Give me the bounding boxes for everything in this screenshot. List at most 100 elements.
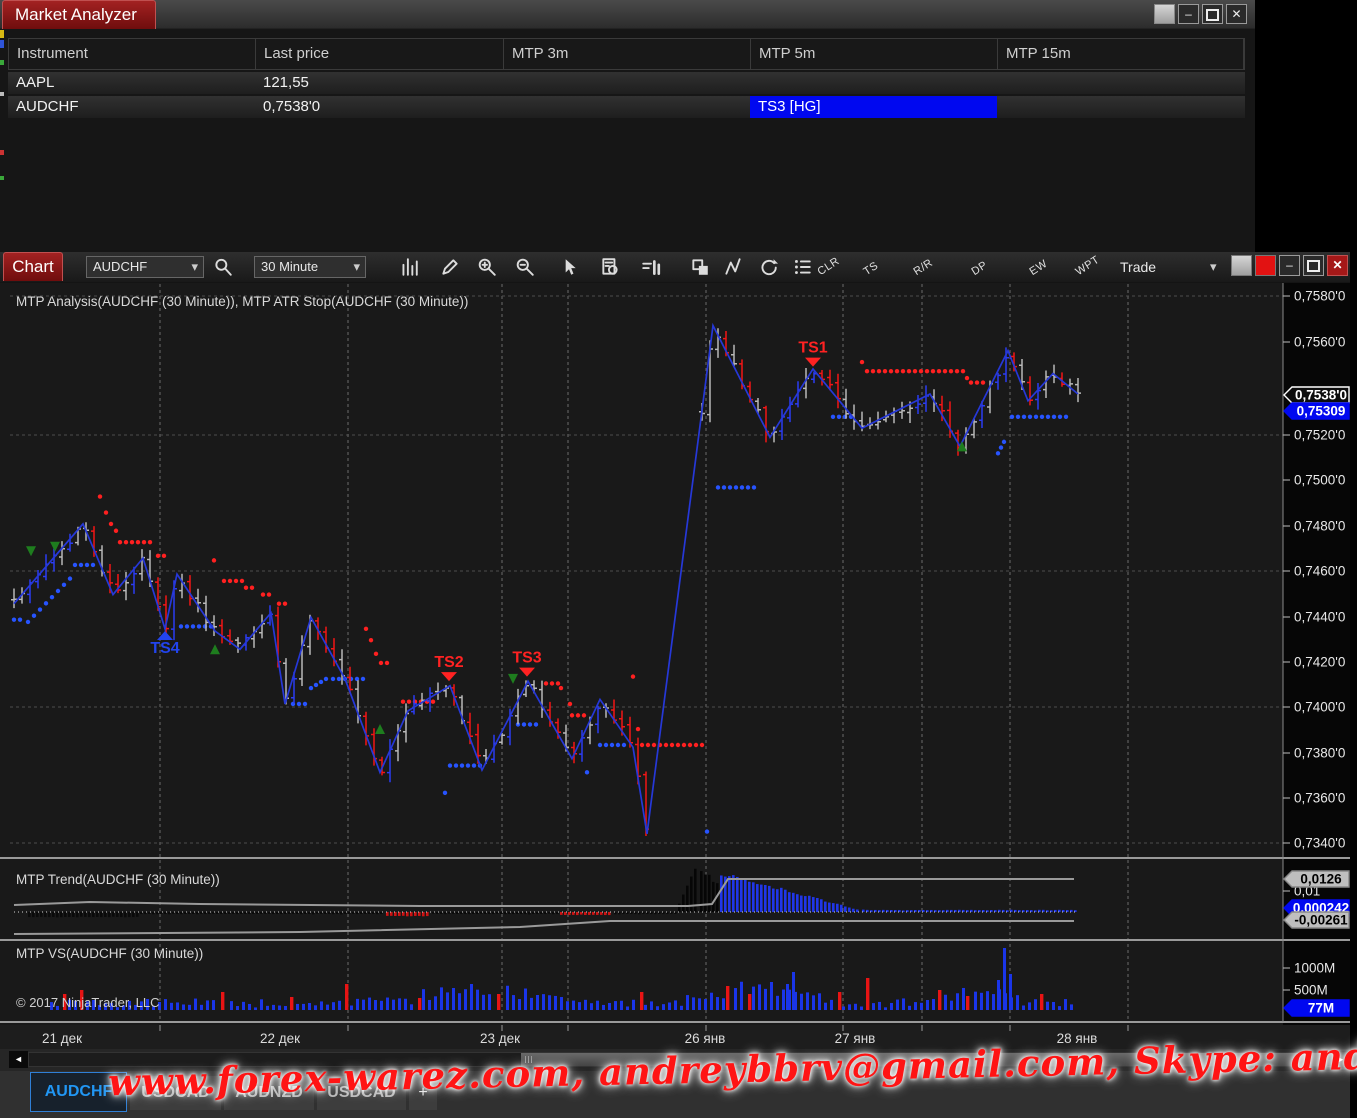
search-icon[interactable]: [210, 255, 236, 279]
layout-icon[interactable]: [687, 255, 713, 279]
zoom-out-icon[interactable]: [512, 255, 538, 279]
edge-pixel: [0, 30, 4, 38]
table-cell: [503, 72, 750, 94]
column-header-instrument[interactable]: Instrument: [9, 39, 256, 69]
reload-icon[interactable]: [755, 255, 781, 279]
table-cell: [750, 72, 997, 94]
vs-panel-title: MTP VS(AUDCHF (30 Minute)): [16, 946, 203, 961]
market-analyzer-window: Market Analyzer – ✕ InstrumentLast price…: [0, 0, 1255, 252]
market-analyzer-title-tab[interactable]: Market Analyzer: [2, 0, 156, 29]
zoom-in-icon[interactable]: [474, 255, 500, 279]
column-header-mtp-3m[interactable]: MTP 3m: [504, 39, 751, 69]
price-tick-label: 0,7480'0: [1294, 519, 1345, 534]
chevron-down-icon: ▾: [353, 257, 360, 277]
price-marker-1-label: 0,75309: [1297, 404, 1346, 419]
maximize-icon[interactable]: [1202, 4, 1223, 24]
price-tick-label: 0,7380'0: [1294, 746, 1345, 761]
chart-title: MTP Analysis(AUDCHF (30 Minute)), MTP AT…: [16, 294, 468, 309]
market-analyzer-table: InstrumentLast priceMTP 3mMTP 5mMTP 15m A…: [8, 38, 1245, 118]
signal-label-ts4: TS4: [150, 640, 179, 657]
interval-select[interactable]: 30 Minute ▾: [254, 256, 366, 278]
vs-marker-0-label: 77M: [1308, 1001, 1334, 1016]
window-accent-button[interactable]: [1154, 4, 1175, 24]
edge-pixel: [0, 40, 4, 48]
signal-label-ts2: TS2: [434, 654, 463, 671]
trend-marker-2-label: -0,00261: [1294, 913, 1348, 928]
vs-tick-label: 1000M: [1294, 961, 1335, 976]
color-swatch-red[interactable]: [1255, 255, 1276, 276]
price-chart[interactable]: TS1TS2TS3TS4MTP Analysis(AUDCHF (30 Minu…: [0, 283, 1350, 1049]
price-tick-label: 0,7520'0: [1294, 428, 1345, 443]
close-icon[interactable]: ✕: [1327, 255, 1348, 276]
price-tick-label: 0,7420'0: [1294, 655, 1345, 670]
date-label: 22 дек: [260, 1031, 300, 1046]
ts-button[interactable]: TS: [861, 260, 880, 278]
price-tick-label: 0,7580'0: [1294, 289, 1345, 304]
table-row-aapl[interactable]: AAPL121,55: [8, 72, 1245, 94]
bar-period-icon[interactable]: [638, 255, 664, 279]
price-tick-label: 0,7400'0: [1294, 700, 1345, 715]
window-title: Chart: [12, 257, 54, 276]
vs-tick-label: 500M: [1294, 983, 1328, 998]
price-tick-label: 0,7440'0: [1294, 610, 1345, 625]
maximize-glyph: [1206, 9, 1219, 21]
chart-tab-usdcad-1[interactable]: USDCAD: [130, 1076, 221, 1110]
price-marker-0-label: 0,7538'0: [1295, 388, 1347, 403]
instrument-select[interactable]: AUDCHF ▾: [86, 256, 204, 278]
column-header-mtp-5m[interactable]: MTP 5m: [751, 39, 998, 69]
column-header-last-price[interactable]: Last price: [256, 39, 504, 69]
clr-button[interactable]: CLR: [815, 255, 841, 278]
signal-label-ts3: TS3: [512, 650, 541, 667]
draw-icon[interactable]: [437, 255, 463, 279]
date-label: 26 янв: [685, 1031, 726, 1046]
table-cell: 121,55: [255, 72, 503, 94]
trade-menu[interactable]: Trade: [1120, 256, 1156, 278]
date-axis-background[interactable]: [0, 1025, 1350, 1049]
maximize-glyph: [1307, 260, 1320, 272]
table-cell: [997, 96, 1243, 118]
chart-tab-audnzd-2[interactable]: AUDNZD: [224, 1076, 314, 1110]
minimize-icon[interactable]: –: [1178, 4, 1199, 24]
data-box-icon[interactable]: [597, 255, 623, 279]
wpt-button[interactable]: WPT: [1073, 254, 1101, 278]
ew-button[interactable]: EW: [1027, 258, 1049, 278]
chart-window-title-tab[interactable]: Chart: [3, 252, 63, 281]
price-tick-label: 0,7560'0: [1294, 335, 1345, 350]
scroll-left-icon[interactable]: ◄: [9, 1051, 28, 1068]
edge-pixel: [0, 150, 4, 155]
chart-background: [0, 283, 1350, 1049]
trend-marker-0-label: 0,0126: [1300, 872, 1342, 887]
chart-tab-audchf-0[interactable]: AUDCHF: [30, 1072, 127, 1112]
edge-pixel: [0, 60, 4, 65]
scrollbar-handle[interactable]: [521, 1053, 1327, 1066]
price-tick-label: 0,7340'0: [1294, 836, 1345, 851]
table-cell: [503, 96, 750, 118]
dp-button[interactable]: DP: [969, 259, 989, 278]
chart-style-icon[interactable]: [396, 255, 422, 279]
maximize-icon[interactable]: [1303, 255, 1324, 276]
chart-tab-usdcad-3[interactable]: USDCAD: [317, 1076, 406, 1110]
interval-select-value: 30 Minute: [261, 259, 318, 274]
scroll-right-icon[interactable]: ►: [1334, 1051, 1348, 1068]
price-tick-label: 0,7360'0: [1294, 791, 1345, 806]
edge-pixel: [0, 92, 4, 96]
window-controls: – ✕: [1154, 4, 1247, 24]
cursor-icon[interactable]: [556, 255, 582, 279]
minimize-icon[interactable]: –: [1279, 255, 1300, 276]
table-row-audchf[interactable]: AUDCHF0,7538'0TS3 [HG]: [8, 96, 1245, 118]
column-header-mtp-15m[interactable]: MTP 15m: [998, 39, 1244, 69]
table-cell: AAPL: [8, 72, 255, 94]
close-icon[interactable]: ✕: [1226, 4, 1247, 24]
scrollbar-track[interactable]: [28, 1052, 1336, 1067]
date-label: 28 янв: [1057, 1031, 1098, 1046]
window-controls: – ✕: [1231, 255, 1348, 276]
market-analyzer-titlebar[interactable]: Market Analyzer – ✕: [0, 0, 1255, 29]
color-swatch-gray[interactable]: [1231, 255, 1252, 276]
chart-tab-add[interactable]: +: [409, 1076, 437, 1110]
list-icon[interactable]: [789, 255, 815, 279]
zigzag-icon[interactable]: [720, 255, 746, 279]
table-cell: AUDCHF: [8, 96, 255, 118]
desktop: Market Analyzer – ✕ InstrumentLast price…: [0, 0, 1357, 1118]
date-label: 21 дек: [42, 1031, 82, 1046]
rr-button[interactable]: R/R: [911, 257, 935, 278]
